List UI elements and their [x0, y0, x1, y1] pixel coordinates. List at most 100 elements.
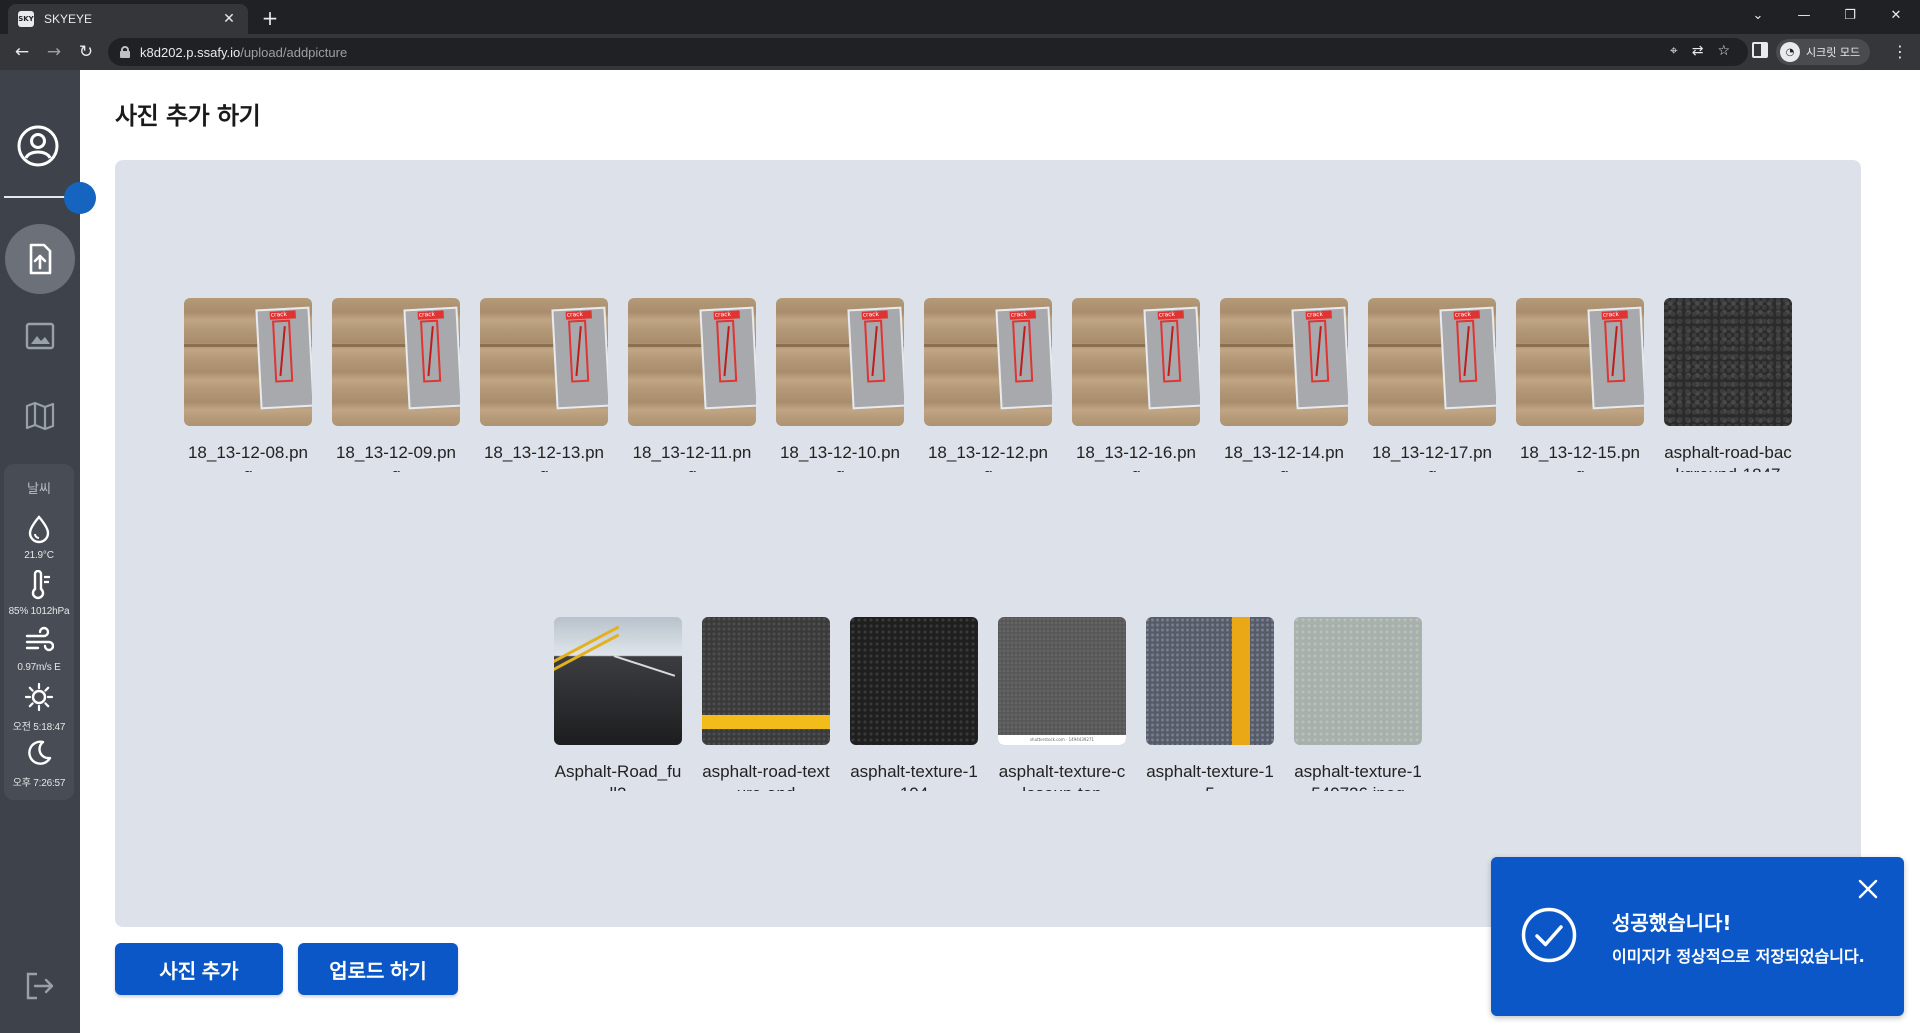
- image-file-name: asphalt-texture-1104: [850, 762, 978, 791]
- incognito-badge[interactable]: ◔ 시크릿 모드: [1776, 39, 1871, 65]
- wind-icon: [25, 626, 55, 652]
- image-file-name: 18_13-12-10.png: [779, 443, 901, 472]
- weather-panel: 날씨 21.9°C 85% 1012hPa 0.97m/s E 오전 5:18:…: [4, 464, 74, 800]
- window-close-icon[interactable]: ✕: [1874, 0, 1918, 30]
- browser-tab[interactable]: SKY SKYEYE ✕: [8, 4, 248, 34]
- tab-title: SKYEYE: [44, 12, 93, 26]
- image-thumbnail[interactable]: crack 18_13-12-08.png: [184, 298, 312, 472]
- profile-icon[interactable]: [16, 124, 60, 168]
- skyeye-favicon-icon: SKY: [18, 11, 34, 27]
- image-file-name: 18_13-12-16.png: [1075, 443, 1197, 472]
- incognito-label: 시크릿 모드: [1806, 46, 1861, 59]
- image-thumbnail[interactable]: shutterstock.com · 1494439271 asphalt-te…: [998, 617, 1126, 791]
- image-thumbnail[interactable]: crack 18_13-12-14.png: [1220, 298, 1348, 472]
- file-upload-icon: [29, 243, 52, 275]
- image-thumbnail[interactable]: asphalt-texture-15: [1146, 617, 1274, 791]
- thumbnail-image: crack: [1072, 298, 1200, 426]
- image-file-name: 18_13-12-09.png: [335, 443, 457, 472]
- browser-menu-icon[interactable]: ⋮: [1892, 42, 1908, 62]
- image-preview-area[interactable]: crack 18_13-12-08.png crack 18_13-12-09.…: [115, 160, 1861, 927]
- sidebar-divider: [4, 196, 66, 198]
- watermark-text: shutterstock.com · 1494439271: [1029, 737, 1095, 742]
- thumbnail-image: [850, 617, 978, 745]
- toast-title: 성공했습니다!: [1612, 911, 1732, 935]
- sidebar-toggle-handle[interactable]: [64, 182, 96, 214]
- image-file-name: 18_13-12-12.png: [927, 443, 1049, 472]
- image-thumbnail[interactable]: crack 18_13-12-12.png: [924, 298, 1052, 472]
- thumbnail-image: crack: [924, 298, 1052, 426]
- check-circle-icon: [1521, 907, 1577, 963]
- image-thumbnail[interactable]: crack 18_13-12-15.png: [1516, 298, 1644, 472]
- thumbnail-image: shutterstock.com · 1494439271: [998, 617, 1126, 745]
- image-file-name: 18_13-12-13.png: [483, 443, 605, 472]
- image-file-name: asphalt-texture-1540726.jpeg: [1294, 762, 1422, 791]
- tab-search-icon[interactable]: ⌄: [1736, 0, 1780, 30]
- moon-icon: [28, 740, 52, 765]
- image-thumbnail[interactable]: Asphalt-Road_full2: [554, 617, 682, 791]
- image-file-name: asphalt-texture-15: [1146, 762, 1274, 791]
- thumbnail-image: [1664, 298, 1792, 426]
- humidity-pressure-value: 85% 1012hPa: [8, 606, 70, 617]
- image-file-name: 18_13-12-14.png: [1223, 443, 1345, 472]
- image-thumbnail[interactable]: crack 18_13-12-09.png: [332, 298, 460, 472]
- thumbnail-image: [702, 617, 830, 745]
- image-thumbnail[interactable]: crack 18_13-12-11.png: [628, 298, 756, 472]
- back-icon[interactable]: ←: [10, 40, 34, 64]
- sidebar-item-gallery[interactable]: [20, 316, 60, 356]
- image-thumbnail[interactable]: asphalt-texture-1104: [850, 617, 978, 791]
- image-thumbnail[interactable]: crack 18_13-12-16.png: [1072, 298, 1200, 472]
- lock-icon: [120, 46, 130, 58]
- sidebar-item-upload[interactable]: [5, 224, 75, 294]
- image-thumbnail[interactable]: asphalt-road-texture-and: [702, 617, 830, 791]
- thumbnail-image: crack: [1516, 298, 1644, 426]
- close-icon[interactable]: [1856, 877, 1880, 901]
- thumbnail-image: [554, 617, 682, 745]
- add-photo-button[interactable]: 사진 추가: [115, 943, 283, 995]
- url-host: k8d202.p.ssafy.io: [140, 44, 241, 60]
- toast-message: 이미지가 정상적으로 저장되었습니다.: [1612, 947, 1865, 966]
- water-drop-icon: [28, 515, 50, 544]
- logout-icon[interactable]: [20, 966, 60, 1006]
- upload-button[interactable]: 업로드 하기: [298, 943, 458, 995]
- minimize-icon[interactable]: —: [1782, 0, 1826, 30]
- sidebar: 날씨 21.9°C 85% 1012hPa 0.97m/s E 오전 5:18:…: [0, 70, 96, 1033]
- image-file-name: asphalt-texture-closeup-top: [998, 762, 1126, 791]
- bookmark-star-icon[interactable]: ☆: [1717, 43, 1730, 59]
- sun-icon: [24, 682, 54, 712]
- restore-icon[interactable]: ❐: [1828, 0, 1872, 30]
- thermometer-icon: [31, 569, 50, 600]
- image-file-name: 18_13-12-08.png: [187, 443, 309, 472]
- map-icon: [25, 401, 55, 431]
- image-thumbnail[interactable]: asphalt-road-background-1847: [1664, 298, 1792, 472]
- sidebar-item-map[interactable]: [20, 396, 60, 436]
- location-blocked-icon[interactable]: ⌖: [1670, 43, 1678, 59]
- url-input[interactable]: k8d202.p.ssafy.io /upload/addpicture ⌖ ⇄…: [108, 38, 1748, 66]
- tab-close-icon[interactable]: ✕: [220, 11, 238, 27]
- thumbnail-image: [1146, 617, 1274, 745]
- reload-icon[interactable]: ↻: [74, 40, 98, 64]
- browser-tab-bar: SKY SKYEYE ✕ + ⌄ — ❐ ✕: [0, 0, 1920, 34]
- thumbnail-image: crack: [184, 298, 312, 426]
- weather-sunrise: 오전 5:18:47: [4, 682, 74, 733]
- incognito-icon: ◔: [1780, 42, 1800, 62]
- side-panel-icon[interactable]: [1752, 42, 1768, 58]
- translate-icon[interactable]: ⇄: [1692, 43, 1704, 59]
- thumbnail-image: crack: [776, 298, 904, 426]
- image-icon: [25, 322, 55, 350]
- new-tab-icon[interactable]: +: [258, 6, 282, 30]
- image-thumbnail[interactable]: crack 18_13-12-13.png: [480, 298, 608, 472]
- thumbnail-image: crack: [1368, 298, 1496, 426]
- forward-icon[interactable]: →: [42, 40, 66, 64]
- image-file-name: asphalt-road-background-1847: [1664, 443, 1792, 472]
- image-file-name: 18_13-12-15.png: [1519, 443, 1641, 472]
- image-thumbnail[interactable]: crack 18_13-12-10.png: [776, 298, 904, 472]
- image-thumbnail[interactable]: asphalt-texture-1540726.jpeg: [1294, 617, 1422, 791]
- image-file-name: Asphalt-Road_full2: [554, 762, 682, 791]
- url-path: /upload/addpicture: [240, 44, 348, 60]
- sunset-value: 오후 7:26:57: [12, 778, 66, 789]
- image-thumbnail[interactable]: crack 18_13-12-17.png: [1368, 298, 1496, 472]
- weather-wind: 0.97m/s E: [4, 626, 74, 673]
- weather-title: 날씨: [27, 482, 51, 497]
- weather-sunset: 오후 7:26:57: [4, 738, 74, 789]
- thumbnail-image: [1294, 617, 1422, 745]
